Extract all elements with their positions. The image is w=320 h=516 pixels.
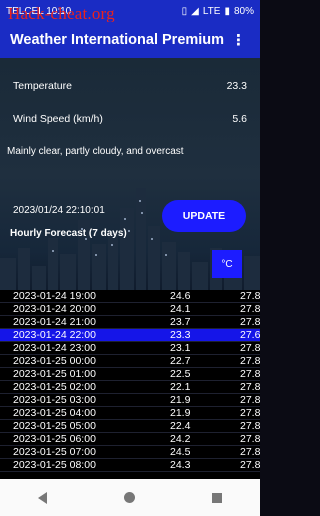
row-temperature: 24.6 (170, 290, 191, 302)
hourly-forecast-title: Hourly Forecast (7 days) (10, 228, 127, 239)
row-time: 2023-01-24 23:00 (13, 342, 96, 354)
app-bar: Weather International Premium ⋮ (0, 22, 260, 58)
overflow-menu-icon[interactable]: ⋮ (227, 31, 250, 49)
table-row[interactable]: 2023-01-25 02:00 22.1 27.8 (0, 381, 260, 394)
table-row[interactable]: 2023-01-25 08:00 24.3 27.8 (0, 459, 260, 472)
row-extra-value: 27.8 (240, 342, 260, 354)
table-row[interactable]: 2023-01-25 07:00 24.5 27.8 (0, 446, 260, 459)
table-row[interactable]: 2023-01-24 20:00 24.1 27.8 (0, 303, 260, 316)
hourly-forecast-table[interactable]: 2023-01-24 19:00 24.6 27.8 2023-01-24 20:00… (0, 290, 260, 479)
signal-icon: ◢ (191, 5, 199, 17)
wind-label: Wind Speed (km/h) (13, 113, 103, 125)
row-temperature: 24.3 (170, 459, 191, 471)
app-title: Weather International Premium (10, 32, 225, 48)
row-extra-value: 27.8 (240, 446, 260, 458)
temperature-value: 23.3 (226, 80, 247, 92)
table-row[interactable]: 2023-01-24 23:00 23.1 27.8 (0, 342, 260, 355)
row-temperature: 24.1 (170, 303, 191, 315)
network-label: LTE (202, 5, 221, 17)
update-timestamp: 2023/01/24 22:10:01 (13, 205, 105, 216)
table-row[interactable]: 2023-01-24 21:00 23.7 27.8 (0, 316, 260, 329)
row-extra-value: 27.8 (240, 407, 260, 419)
main-content: Temperature 23.3 Wind Speed (km/h) 5.6 M… (0, 58, 260, 479)
row-temperature: 24.2 (170, 433, 191, 445)
row-extra-value: 27.8 (240, 459, 260, 471)
row-extra-value: 27.8 (240, 368, 260, 380)
battery-percent: 80% (233, 5, 254, 17)
wind-value: 5.6 (232, 113, 247, 125)
temperature-label: Temperature (13, 80, 72, 92)
row-time: 2023-01-25 04:00 (13, 407, 96, 419)
row-temperature: 22.7 (170, 355, 191, 367)
row-extra-value: 27.8 (240, 303, 260, 315)
row-temperature: 21.9 (170, 394, 191, 406)
row-time: 2023-01-25 08:00 (13, 459, 96, 471)
home-icon[interactable] (123, 492, 135, 503)
table-row[interactable]: 2023-01-25 04:00 21.9 27.8 (0, 407, 260, 420)
row-time: 2023-01-25 00:00 (13, 355, 96, 367)
row-temperature: 23.3 (170, 329, 191, 341)
row-extra-value: 27.8 (240, 394, 260, 406)
temperature-row: Temperature 23.3 (13, 80, 247, 92)
table-row[interactable]: 2023-01-25 06:00 24.2 27.8 (0, 433, 260, 446)
table-row[interactable]: 2023-01-24 19:00 24.6 27.8 (0, 290, 260, 303)
row-time: 2023-01-24 22:00 (13, 329, 96, 341)
row-time: 2023-01-24 21:00 (13, 316, 96, 328)
row-temperature: 22.5 (170, 368, 191, 380)
system-nav-bar (0, 479, 260, 516)
status-icons: ▯ ◢ LTE ▮ 80% (182, 6, 254, 17)
row-extra-value: 27.8 (240, 433, 260, 445)
row-extra-value: 27.8 (240, 355, 260, 367)
row-time: 2023-01-25 07:00 (13, 446, 96, 458)
row-temperature: 22.1 (170, 381, 191, 393)
row-extra-value: 27.8 (240, 420, 260, 432)
row-temperature: 24.5 (170, 446, 191, 458)
row-temperature: 22.4 (170, 420, 191, 432)
watermark: Hack-cheat.org (8, 4, 115, 23)
row-extra-value: 27.8 (240, 290, 260, 302)
row-temperature: 23.1 (170, 342, 191, 354)
row-time: 2023-01-25 02:00 (13, 381, 96, 393)
row-extra-value: 27.8 (240, 316, 260, 328)
row-time: 2023-01-25 05:00 (13, 420, 96, 432)
table-row[interactable]: 2023-01-24 22:00 23.3 27.6 (0, 329, 260, 342)
row-extra-value: 27.8 (240, 381, 260, 393)
row-time: 2023-01-24 19:00 (13, 290, 96, 302)
row-extra-value: 27.6 (240, 329, 260, 341)
row-time: 2023-01-25 06:00 (13, 433, 96, 445)
table-row[interactable]: 2023-01-25 01:00 22.5 27.8 (0, 368, 260, 381)
wind-row: Wind Speed (km/h) 5.6 (13, 113, 247, 125)
unit-toggle-button[interactable]: °C (212, 250, 242, 278)
table-row[interactable]: 2023-01-25 00:00 22.7 27.8 (0, 355, 260, 368)
vibrate-icon: ▯ (181, 5, 188, 17)
row-time: 2023-01-25 03:00 (13, 394, 96, 406)
row-temperature: 23.7 (170, 316, 191, 328)
row-time: 2023-01-25 01:00 (13, 368, 96, 380)
battery-icon: ▮ (224, 5, 230, 17)
row-temperature: 21.9 (170, 407, 191, 419)
row-time: 2023-01-24 20:00 (13, 303, 96, 315)
recents-icon[interactable] (211, 492, 222, 503)
table-row[interactable]: 2023-01-25 03:00 21.9 27.8 (0, 394, 260, 407)
table-row[interactable]: 2023-01-25 05:00 22.4 27.8 (0, 420, 260, 433)
update-button[interactable]: UPDATE (162, 200, 246, 232)
back-icon[interactable] (38, 491, 48, 504)
weather-description: Mainly clear, partly cloudy, and overcas… (7, 146, 184, 157)
